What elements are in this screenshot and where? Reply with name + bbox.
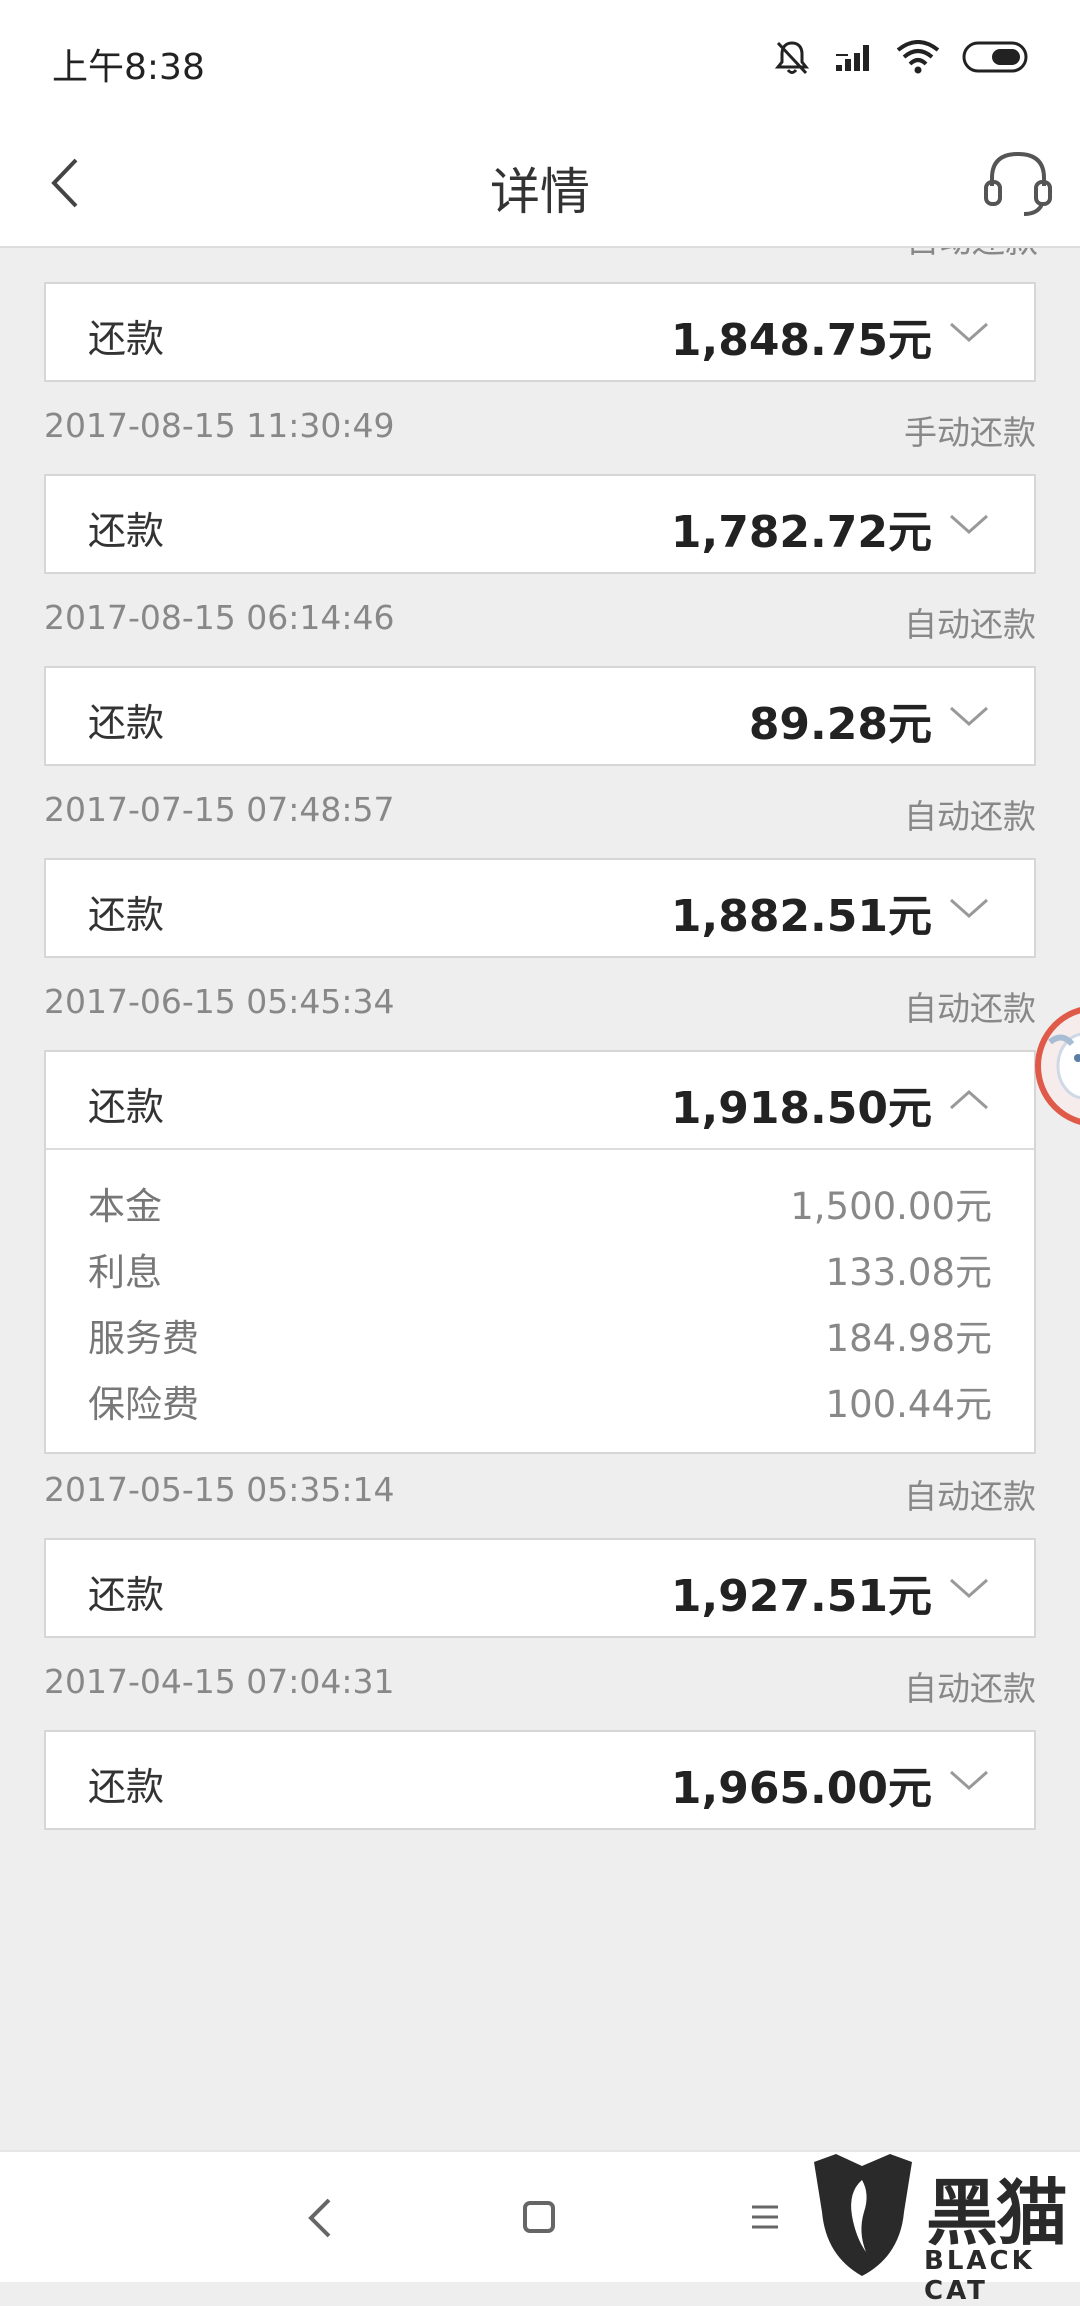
breakdown-row: 服务费 184.98元 [88, 1302, 992, 1368]
repayment-card[interactable]: 还款 89.28元 [44, 666, 1036, 766]
partial-mode-label: 自动还款 [906, 248, 1038, 262]
repayment-card-expanded[interactable]: 还款 1,918.50元 本金 1,500.00元 利息 133.08元 服务费… [44, 1050, 1036, 1454]
chevron-down-icon[interactable] [948, 894, 990, 922]
repayment-card[interactable]: 还款 1,882.51元 [44, 858, 1036, 958]
record-meta: 2017-08-15 11:30:49 手动还款 [44, 402, 1036, 456]
record-meta: 2017-08-15 06:14:46 自动还款 [44, 594, 1036, 648]
repayment-date: 2017-08-15 11:30:49 [44, 406, 395, 445]
chevron-down-icon[interactable] [948, 510, 990, 538]
bell-muted-icon [774, 41, 810, 75]
battery-icon [962, 41, 1028, 73]
repayment-card[interactable]: 还款 1,848.75元 [44, 282, 1036, 382]
status-bar: 上午8:38 [0, 0, 1080, 120]
record-meta: 2017-07-15 07:48:57 自动还款 [44, 786, 1036, 840]
breakdown-label: 保险费 [88, 1383, 199, 1426]
page-title: 详情 [490, 163, 590, 221]
repayment-type: 还款 [88, 1085, 165, 1129]
repayment-breakdown: 本金 1,500.00元 利息 133.08元 服务费 184.98元 保险费 … [46, 1148, 1034, 1452]
repayment-mode: 自动还款 [904, 605, 1036, 644]
breakdown-value: 133.08元 [825, 1251, 992, 1294]
repayment-card[interactable]: 还款 1,965.00元 [44, 1730, 1036, 1830]
repayment-date: 2017-06-15 05:45:34 [44, 982, 395, 1021]
headset-icon[interactable] [978, 142, 1058, 222]
repayment-mode: 自动还款 [904, 989, 1036, 1028]
chevron-up-icon[interactable] [948, 1086, 990, 1114]
breakdown-row: 本金 1,500.00元 [88, 1170, 992, 1236]
breakdown-label: 本金 [88, 1185, 162, 1228]
record-meta: 2017-04-15 07:04:31 自动还款 [44, 1658, 1036, 1712]
repayment-date: 2017-04-15 07:04:31 [44, 1662, 395, 1701]
repayment-card[interactable]: 还款 1,782.72元 [44, 474, 1036, 574]
breakdown-value: 100.44元 [825, 1383, 992, 1426]
repayment-mode: 自动还款 [904, 1477, 1036, 1516]
repayment-type: 还款 [88, 1765, 165, 1809]
watermark-cn: 黑猫 [926, 2171, 1068, 2255]
repayment-amount: 1,782.72元 [670, 507, 932, 558]
repayment-date: 2017-08-15 06:14:46 [44, 598, 395, 637]
breakdown-value: 1,500.00元 [790, 1185, 992, 1228]
chevron-down-icon[interactable] [948, 702, 990, 730]
header-bar: 详情 [0, 120, 1080, 248]
repayment-amount: 1,918.50元 [670, 1083, 932, 1134]
status-icons [772, 32, 1030, 82]
menu-lines-icon[interactable] [750, 2202, 780, 2232]
black-cat-watermark: 黑猫 BLACK CAT [808, 2152, 1080, 2306]
repayment-type: 还款 [88, 701, 165, 745]
repayment-type: 还款 [88, 893, 165, 937]
signal-icon [836, 45, 869, 71]
repayment-date: 2017-05-15 05:35:14 [44, 1470, 395, 1509]
breakdown-row: 利息 133.08元 [88, 1236, 992, 1302]
repayment-amount: 1,927.51元 [670, 1571, 932, 1622]
repayment-mode: 自动还款 [904, 1669, 1036, 1708]
repayment-amount: 1,965.00元 [670, 1763, 932, 1814]
breakdown-label: 服务费 [88, 1317, 199, 1360]
record-meta: 2017-05-15 05:35:14 自动还款 [44, 1466, 1036, 1520]
repayment-type: 还款 [88, 1573, 165, 1617]
breakdown-row: 保险费 100.44元 [88, 1368, 992, 1434]
chevron-down-icon[interactable] [948, 318, 990, 346]
repayment-amount: 1,882.51元 [670, 891, 932, 942]
back-triangle-icon[interactable] [305, 2194, 335, 2242]
chevron-down-icon[interactable] [948, 1574, 990, 1602]
wifi-icon [896, 40, 940, 74]
chevron-down-icon[interactable] [948, 1766, 990, 1794]
breakdown-label: 利息 [88, 1251, 162, 1294]
repayment-type: 还款 [88, 509, 165, 553]
repayment-card[interactable]: 还款 1,927.51元 [44, 1538, 1036, 1638]
repayment-list[interactable]: 自动还款 还款 1,848.75元 2017-08-15 11:30:49 手动… [0, 248, 1080, 2150]
watermark-en: BLACK CAT [924, 2246, 1035, 2306]
repayment-mode: 手动还款 [904, 413, 1036, 452]
repayment-date: 2017-07-15 07:48:57 [44, 790, 395, 829]
repayment-amount: 1,848.75元 [670, 315, 932, 366]
repayment-type: 还款 [88, 317, 165, 361]
black-cat-logo-icon [814, 2154, 912, 2276]
repayment-mode: 自动还款 [904, 797, 1036, 836]
status-time: 上午8:38 [52, 47, 205, 88]
home-square-icon[interactable] [522, 2200, 556, 2234]
floating-assistant-icon[interactable] [1032, 1002, 1080, 1130]
record-meta: 2017-06-15 05:45:34 自动还款 [44, 978, 1036, 1032]
breakdown-value: 184.98元 [825, 1317, 992, 1360]
repayment-amount: 89.28元 [748, 699, 932, 750]
